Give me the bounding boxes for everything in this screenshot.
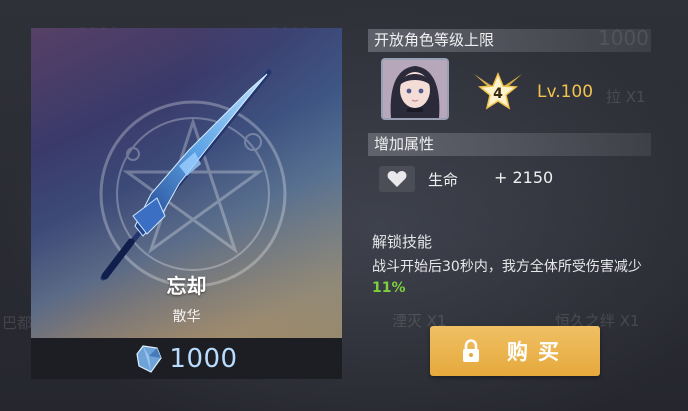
price-value: 1000 bbox=[169, 343, 238, 374]
attribute-name: 生命 bbox=[428, 171, 459, 189]
character-portrait-icon bbox=[383, 60, 447, 118]
character-avatar[interactable] bbox=[381, 58, 449, 120]
skill-percent-highlight: 11% bbox=[372, 280, 406, 296]
skill-description-text: 战斗开始后30秒内，我方全体所受伤害减少 bbox=[372, 259, 642, 275]
bg-ghost-item-right: 拉 X1 bbox=[606, 88, 646, 106]
item-card: 忘却 散华 1000 bbox=[31, 28, 342, 379]
section-header-attributes: 增加属性 bbox=[368, 133, 651, 156]
bg-ghost-item-left: 巴都 bbox=[2, 314, 33, 332]
price-bar: 1000 bbox=[31, 338, 342, 379]
level-limit: Lv.100 bbox=[537, 82, 594, 102]
item-subtitle: 散华 bbox=[172, 309, 201, 325]
crystal-icon bbox=[136, 344, 163, 373]
section-header-role-level: 开放角色等级上限 bbox=[368, 29, 651, 52]
skill-header: 解锁技能 bbox=[372, 233, 433, 251]
star-count: 4 bbox=[493, 86, 503, 102]
attribute-icon-box bbox=[379, 166, 415, 192]
item-name: 忘却 bbox=[166, 274, 207, 298]
skill-description: 战斗开始后30秒内，我方全体所受伤害减少 11% bbox=[372, 257, 642, 299]
buy-button[interactable]: 购买 bbox=[430, 326, 600, 376]
umbrella-weapon-icon bbox=[100, 69, 272, 281]
winged-star-icon: 4 bbox=[474, 72, 522, 110]
buy-button-label: 购买 bbox=[507, 340, 569, 364]
star-rank-badge: 4 bbox=[470, 68, 526, 112]
lock-icon bbox=[463, 339, 479, 362]
attribute-value: + 2150 bbox=[494, 168, 554, 187]
heart-icon bbox=[387, 171, 407, 187]
